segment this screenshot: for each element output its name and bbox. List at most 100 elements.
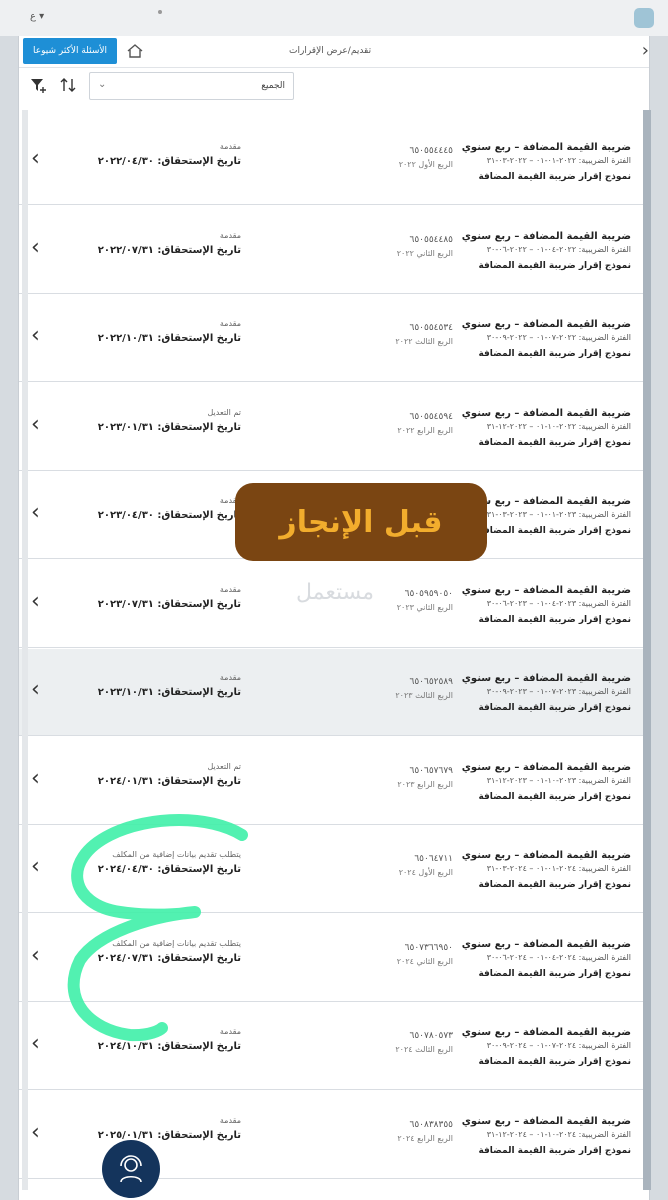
return-title: ضريبة القيمة المضافة – ربع سنوي bbox=[461, 142, 631, 153]
return-title: ضريبة القيمة المضافة – ربع سنوي bbox=[461, 1027, 631, 1038]
status-badge: مقدمة bbox=[219, 496, 241, 505]
filter-add-icon[interactable] bbox=[29, 76, 47, 94]
chevron-left-icon[interactable]: ‹ bbox=[31, 236, 40, 259]
chevron-left-icon[interactable]: ‹ bbox=[31, 1033, 40, 1055]
tax-period: الفترة الضريبية: ٢٠٢٣-٠٤-٠١ – ٢٠٢٣-٠٦-٣٠ bbox=[486, 598, 631, 608]
breadcrumb: تقديم/عرض الإقرارات bbox=[289, 46, 372, 56]
form-name: نموذج إقرار ضريبة القيمة المضافة bbox=[478, 1057, 631, 1067]
quarter-label: الربع الثالث ٢٠٢٢ bbox=[395, 337, 453, 346]
status-badge: مقدمة bbox=[219, 1027, 241, 1036]
due-date: تاريخ الإستحقاق: ٢٠٢٢/١٠/٣١ bbox=[97, 333, 241, 344]
tax-period: الفترة الضريبية: ٢٠٢٢-٠١-٠١ – ٢٠٢٢-٠٣-٣١ bbox=[486, 156, 631, 165]
return-number: ٦٥٠٦٤٧١١ bbox=[414, 854, 453, 864]
chevron-left-icon[interactable]: ‹ bbox=[31, 590, 40, 613]
quarter-label: الربع الأول ٢٠٢٤ bbox=[398, 868, 453, 877]
faq-button[interactable]: الأسئلة الأكثر شيوعا bbox=[23, 38, 117, 64]
return-number: ٦٥٠٥٥٤٥٣٤ bbox=[409, 323, 453, 333]
language-switch[interactable]: ع ▾ bbox=[30, 11, 44, 22]
select-value: الجميع bbox=[261, 81, 285, 91]
due-date: تاريخ الإستحقاق: ٢٠٢٢/٠٤/٣٠ bbox=[97, 156, 241, 167]
return-title: ضريبة القيمة المضافة – ربع سنوي bbox=[461, 584, 631, 596]
tax-period: الفترة الضريبية: ٢٠٢٢-٠٧-٠١ – ٢٠٢٢-٠٩-٣٠ bbox=[486, 333, 631, 342]
scrollbar[interactable] bbox=[643, 110, 651, 1190]
return-row[interactable]: ‹ ضريبة القيمة المضافة – ربع سنوي الفترة ا… bbox=[19, 737, 649, 825]
quarter-label: الربع الرابع ٢٠٢٢ bbox=[397, 425, 453, 435]
chevron-left-icon[interactable]: ‹ bbox=[31, 1121, 40, 1144]
quarter-label: الربع الثالث ٢٠٢٤ bbox=[395, 1045, 453, 1054]
chevron-left-icon[interactable]: ‹ bbox=[31, 944, 40, 967]
status-badge: مقدمة bbox=[219, 319, 241, 328]
form-name: نموذج إقرار ضريبة القيمة المضافة bbox=[478, 703, 631, 713]
form-name: نموذج إقرار ضريبة القيمة المضافة bbox=[478, 172, 631, 182]
home-icon[interactable] bbox=[127, 44, 143, 58]
due-date: تاريخ الإستحقاق: ٢٠٢٣/٠١/٣١ bbox=[97, 421, 241, 433]
tax-period: الفترة الضريبية: ٢٠٢٣-١٠-٠١ – ٢٠٢٣-١٢-٣١ bbox=[486, 775, 631, 785]
form-name: نموذج إقرار ضريبة القيمة المضافة bbox=[478, 791, 631, 802]
form-name: نموذج إقرار ضريبة القيمة المضافة bbox=[478, 260, 631, 271]
status-filter-select[interactable]: ⌄ الجميع bbox=[89, 72, 294, 100]
return-title: ضريبة القيمة المضافة – ربع سنوي bbox=[461, 761, 631, 773]
quarter-label: الربع الثاني ٢٠٢٢ bbox=[396, 248, 453, 258]
watermark: مستعمل bbox=[295, 580, 375, 605]
status-dot bbox=[158, 10, 162, 14]
return-title: ضريبة القيمة المضافة – ربع سنوي bbox=[461, 319, 631, 330]
return-title: ضريبة القيمة المضافة – ربع سنوي bbox=[461, 1115, 631, 1127]
form-name: نموذج إقرار ضريبة القيمة المضافة bbox=[478, 437, 631, 448]
due-date: تاريخ الإستحقاق: ٢٠٢٥/٠١/٣١ bbox=[97, 1129, 241, 1141]
chevron-left-icon[interactable]: ‹ bbox=[31, 502, 40, 524]
status-badge: مقدمة bbox=[219, 584, 241, 594]
app-icon[interactable] bbox=[634, 8, 654, 28]
status-badge: تم التعديل bbox=[207, 761, 241, 771]
chevron-down-icon: ⌄ bbox=[98, 79, 107, 90]
chevron-left-icon[interactable]: ‹ bbox=[31, 413, 40, 436]
form-name: نموذج إقرار ضريبة القيمة المضافة bbox=[478, 349, 631, 359]
quarter-label: الربع الرابع ٢٠٢٤ bbox=[397, 1133, 453, 1143]
chevron-left-icon[interactable]: ‹ bbox=[31, 767, 40, 790]
return-row[interactable]: ‹ ضريبة القيمة المضافة – ربع سنوي الفترة ا… bbox=[19, 649, 649, 736]
tax-period: الفترة الضريبية: ٢٠٢٤-٠٧-٠١ – ٢٠٢٤-٠٩-٣٠ bbox=[486, 1041, 631, 1050]
chevron-left-icon[interactable]: ‹ bbox=[31, 679, 40, 701]
form-name: نموذج إقرار ضريبة القيمة المضافة bbox=[478, 880, 631, 890]
sort-icon[interactable] bbox=[59, 76, 77, 94]
filter-bar: ⌄ الجميع bbox=[19, 70, 649, 104]
form-name: نموذج إقرار ضريبة القيمة المضافة bbox=[478, 968, 631, 979]
due-date: تاريخ الإستحقاق: ٢٠٢٤/١٠/٣١ bbox=[97, 1041, 241, 1052]
return-row[interactable]: ‹ ضريبة القيمة المضافة – ربع سنوي الفترة ا… bbox=[19, 383, 649, 471]
quarter-label: الربع الثاني ٢٠٢٤ bbox=[396, 956, 453, 966]
return-title: ضريبة القيمة المضافة – ربع سنوي bbox=[461, 230, 631, 242]
chevron-left-icon[interactable]: ‹ bbox=[31, 325, 40, 347]
return-row[interactable]: ‹ ضريبة القيمة المضافة – ربع سنوي الفترة ا… bbox=[19, 206, 649, 294]
return-title: ضريبة القيمة المضافة – ربع سنوي bbox=[461, 673, 631, 684]
chevron-left-icon[interactable]: ‹ bbox=[31, 856, 40, 878]
form-name: نموذج إقرار ضريبة القيمة المضافة bbox=[478, 614, 631, 625]
return-number: ٦٥٠٥٥٤٥٩٤ bbox=[409, 411, 453, 422]
due-date: تاريخ الإستحقاق: ٢٠٢٤/٠٤/٣٠ bbox=[97, 864, 241, 875]
return-title: ضريبة القيمة المضافة – ربع سنوي bbox=[461, 938, 631, 950]
return-title: ضريبة القيمة المضافة – ربع سنوي bbox=[461, 850, 631, 861]
return-row[interactable]: ‹ ضريبة القيمة المضافة – ربع سنوي الفترة ا… bbox=[19, 826, 649, 913]
return-row[interactable]: ‹ ضريبة القيمة المضافة – ربع سنوي الفترة ا… bbox=[19, 1003, 649, 1090]
status-badge: يتطلب تقديم بيانات إضافية من المكلف bbox=[112, 850, 241, 859]
overlay-label: قبل الإنجاز bbox=[235, 483, 487, 561]
tax-period: الفترة الضريبية: ٢٠٢٤-١٠-٠١ – ٢٠٢٤-١٢-٣١ bbox=[486, 1129, 631, 1139]
return-row[interactable]: ‹ ضريبة القيمة المضافة – ربع سنوي الفترة ا… bbox=[19, 118, 649, 205]
return-number: ٦٥٠٥٥٤٤٤٥ bbox=[409, 146, 453, 156]
tax-period: الفترة الضريبية: ٢٠٢٤-٠١-٠١ – ٢٠٢٤-٠٣-٣١ bbox=[486, 864, 631, 873]
return-number: ٦٥٠٧٨٠٥٧٣ bbox=[409, 1031, 453, 1041]
tax-period: الفترة الضريبية: ٢٠٢٤-٠٤-٠١ – ٢٠٢٤-٠٦-٣٠ bbox=[486, 952, 631, 962]
chat-support-button[interactable] bbox=[102, 1140, 160, 1198]
due-date: تاريخ الإستحقاق: ٢٠٢٢/٠٧/٣١ bbox=[97, 244, 241, 256]
form-name: نموذج إقرار ضريبة القيمة المضافة bbox=[478, 1145, 631, 1156]
return-number: ٦٥٠٧٣٦٦٩٥٠ bbox=[404, 942, 453, 953]
status-badge: مقدمة bbox=[219, 230, 241, 240]
tax-period: الفترة الضريبية: ٢٠٢٣-٠٧-٠١ – ٢٠٢٣-٠٩-٣٠ bbox=[486, 687, 631, 696]
tax-period: الفترة الضريبية: ٢٠٢٣-٠١-٠١ – ٢٠٢٣-٠٣-٣١ bbox=[486, 510, 631, 519]
chevron-right-icon[interactable]: › bbox=[642, 42, 649, 60]
quarter-label: الربع الثالث ٢٠٢٣ bbox=[395, 691, 453, 700]
form-name: نموذج إقرار ضريبة القيمة المضافة bbox=[478, 526, 631, 536]
quarter-label: الربع الرابع ٢٠٢٣ bbox=[397, 779, 453, 789]
due-date: تاريخ الإستحقاق: ٢٠٢٤/٠١/٣١ bbox=[97, 775, 241, 787]
return-row[interactable]: ‹ ضريبة القيمة المضافة – ربع سنوي الفترة ا… bbox=[19, 295, 649, 382]
return-row[interactable]: ‹ ضريبة القيمة المضافة – ربع سنوي الفترة ا… bbox=[19, 914, 649, 1002]
chevron-left-icon[interactable]: ‹ bbox=[31, 148, 40, 170]
